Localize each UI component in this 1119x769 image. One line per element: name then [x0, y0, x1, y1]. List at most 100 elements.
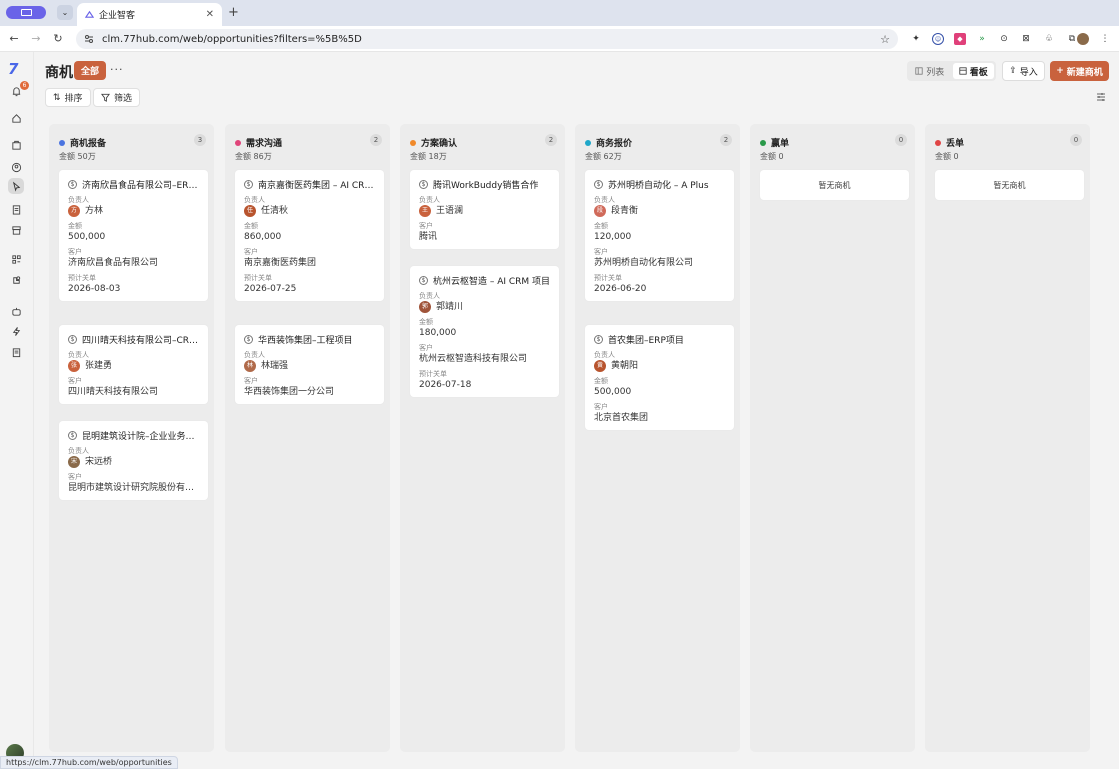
- column-settings-icon[interactable]: [1096, 92, 1106, 102]
- shield-extension-icon[interactable]: ⊠: [1020, 33, 1032, 45]
- green-extension-icon[interactable]: »: [976, 33, 988, 45]
- profile-avatar[interactable]: [1077, 33, 1089, 45]
- opportunity-card[interactable]: $ 腾讯WorkBuddy销售合作 负责人王王语澜 客户 腾讯: [410, 170, 559, 249]
- card-title[interactable]: 济南欣昌食品有限公司–ERP系统: [82, 178, 200, 191]
- coin-icon: $: [419, 276, 428, 285]
- card-title[interactable]: 华西装饰集团–工程项目: [258, 333, 353, 346]
- capture-extension-icon[interactable]: ⊙: [998, 33, 1010, 45]
- robot-icon[interactable]: [8, 303, 24, 319]
- close-tab-icon[interactable]: ✕: [206, 9, 214, 20]
- sparkle-extension-icon[interactable]: ✦: [910, 33, 922, 45]
- opportunity-card[interactable]: $ 四川晴天科技有限公司–CRM项目负责人张张建勇客户四川晴天科技有限公司: [59, 325, 208, 404]
- view-filter-badge[interactable]: 全部: [74, 61, 107, 80]
- amount-value: 120,000: [594, 232, 632, 242]
- opportunity-card[interactable]: $ 昆明建筑设计院–企业业务系统 负责人宋宋远桥 客户 昆明市建筑设计研究院股份有限公司: [59, 421, 208, 500]
- building-icon[interactable]: [8, 137, 24, 153]
- url-text[interactable]: clm.77hub.com/web/opportunities?filters=…: [102, 34, 872, 45]
- list-view-label: 列表: [926, 67, 945, 78]
- face-extension-icon[interactable]: ☺: [932, 33, 944, 45]
- coin-icon: $: [244, 335, 253, 344]
- view-toggle: 列表 看板: [907, 61, 996, 81]
- owner-label: 负责人: [244, 351, 265, 359]
- lightning-icon[interactable]: [8, 323, 24, 339]
- owner-name: 任清秋: [261, 206, 289, 216]
- back-arrow-icon[interactable]: ←: [7, 32, 21, 45]
- coin-icon: $: [419, 180, 428, 189]
- amount-label: 金额: [594, 377, 608, 385]
- card-title[interactable]: 四川晴天科技有限公司–CRM项目: [82, 333, 200, 346]
- more-options-icon[interactable]: ···: [110, 63, 124, 76]
- browser-tab[interactable]: 企业智客 ✕: [77, 3, 222, 26]
- card-title[interactable]: 昆明建筑设计院–企业业务系统: [82, 429, 200, 442]
- column-header: 商机报备: [59, 136, 106, 149]
- contact-icon[interactable]: [8, 159, 24, 175]
- card-title-row: $ 苏州明桥自动化 – A Plus: [594, 178, 726, 191]
- column-header: 方案确认: [410, 136, 457, 149]
- tab-title: 企业智客: [99, 11, 136, 21]
- archive-icon[interactable]: [8, 222, 24, 238]
- amount-label: 金额: [68, 222, 82, 230]
- opportunity-card[interactable]: $ 首农集团–ERP项目 负责人黄黄朝阳 金额 500,000 客户 北京首农集团: [585, 325, 734, 430]
- column-count-badge: 0: [895, 134, 907, 146]
- column-title: 需求沟通: [246, 139, 283, 149]
- owner-label: 负责人: [594, 196, 615, 204]
- puzzle-icon[interactable]: [8, 272, 24, 288]
- customer-label: 客户: [419, 344, 433, 352]
- card-title-row: $ 腾讯WorkBuddy销售合作: [419, 178, 551, 191]
- home-icon[interactable]: [8, 110, 24, 126]
- card-title[interactable]: 首农集团–ERP项目: [608, 333, 684, 346]
- leaf-extension-icon[interactable]: ♧: [1043, 33, 1055, 45]
- customer-label: 客户: [419, 222, 433, 230]
- column-amount: 金额 86万: [235, 152, 272, 161]
- new-opportunity-button[interactable]: + 新建商机: [1050, 61, 1109, 81]
- opportunity-card[interactable]: $ 苏州明桥自动化 – A Plus 负责人段段青衡 金额 120,000 客户 苏州明桥自…: [585, 170, 734, 301]
- address-bar[interactable]: clm.77hub.com/web/opportunities?filters=…: [76, 29, 898, 49]
- column-count-badge: 3: [194, 134, 206, 146]
- card-title-row: $ 昆明建筑设计院–企业业务系统: [68, 429, 200, 442]
- new-tab-button[interactable]: +: [228, 5, 239, 20]
- menu-kebab-icon[interactable]: ⋮: [1099, 33, 1111, 45]
- grid-apps-icon[interactable]: [8, 251, 24, 267]
- customer-value: 苏州明桥自动化有限公司: [594, 258, 694, 268]
- stage-column: 商机报备 3 金额 50万 $ 济南欣昌食品有限公司–ERP系统 负责人方方林 金额 500,…: [49, 124, 214, 752]
- tab-list-button[interactable]: ⌄: [57, 5, 73, 20]
- chevron-down-icon: ⌄: [61, 8, 69, 17]
- forward-arrow-icon[interactable]: →: [29, 32, 43, 45]
- bookmark-star-icon[interactable]: ☆: [880, 33, 890, 46]
- pink-extension-icon[interactable]: ◆: [954, 33, 966, 45]
- card-title[interactable]: 南京嘉衡医药集团 – AI CRM项目: [258, 178, 376, 191]
- stage-color-dot: [235, 139, 241, 146]
- opportunity-card[interactable]: $ 济南欣昌食品有限公司–ERP系统 负责人方方林 金额 500,000 客户 济南欣昌食品…: [59, 170, 208, 301]
- reload-icon[interactable]: ↻: [51, 32, 65, 45]
- app-logo[interactable]: 7: [8, 60, 18, 78]
- opportunity-icon[interactable]: [8, 178, 24, 194]
- customer-value: 北京首农集团: [594, 413, 649, 423]
- opportunity-card[interactable]: $ 华西装饰集团–工程项目 负责人林林瑞强 客户 华西装饰集团一分公司: [235, 325, 384, 404]
- filter-button[interactable]: 筛选: [93, 88, 141, 107]
- card-title[interactable]: 杭州云枢智造 – AI CRM 项目: [433, 274, 550, 287]
- list-view-tab[interactable]: 列表: [909, 63, 951, 79]
- opportunity-card[interactable]: $ 杭州云枢智造 – AI CRM 项目 负责人郭郭靖川 金额 180,000 客户 杭州云…: [410, 266, 559, 397]
- board-view-tab[interactable]: 看板: [952, 63, 994, 79]
- opportunity-card[interactable]: $ 南京嘉衡医药集团 – AI CRM项目负责人任任清秋金额 860,000 客户南京…: [235, 170, 384, 301]
- card-title[interactable]: 腾讯WorkBuddy销售合作: [433, 178, 538, 191]
- book-icon[interactable]: [8, 344, 24, 360]
- card-title-row: $ 四川晴天科技有限公司–CRM项目: [68, 333, 200, 346]
- owner-name: 段青衡: [611, 206, 639, 216]
- amount-value: 860,000: [244, 232, 282, 242]
- owner-label: 负责人: [594, 351, 615, 359]
- owner-avatar: 宋: [68, 456, 80, 468]
- window-switcher-button[interactable]: [6, 6, 46, 19]
- site-settings-icon[interactable]: [84, 34, 94, 44]
- customer-label: 客户: [68, 473, 82, 481]
- clipboard-icon[interactable]: [8, 201, 24, 217]
- owner-avatar: 张: [68, 360, 80, 372]
- import-button[interactable]: ⇪ 导入: [1002, 61, 1045, 81]
- sort-button[interactable]: ⇅ 排序: [45, 88, 91, 107]
- customer-label: 客户: [594, 403, 608, 411]
- filter-label: 筛选: [114, 94, 133, 104]
- amount-value: 180,000: [419, 328, 457, 338]
- column-title: 方案确认: [421, 139, 458, 149]
- board-view-label: 看板: [969, 67, 988, 78]
- card-title[interactable]: 苏州明桥自动化 – A Plus: [608, 178, 709, 191]
